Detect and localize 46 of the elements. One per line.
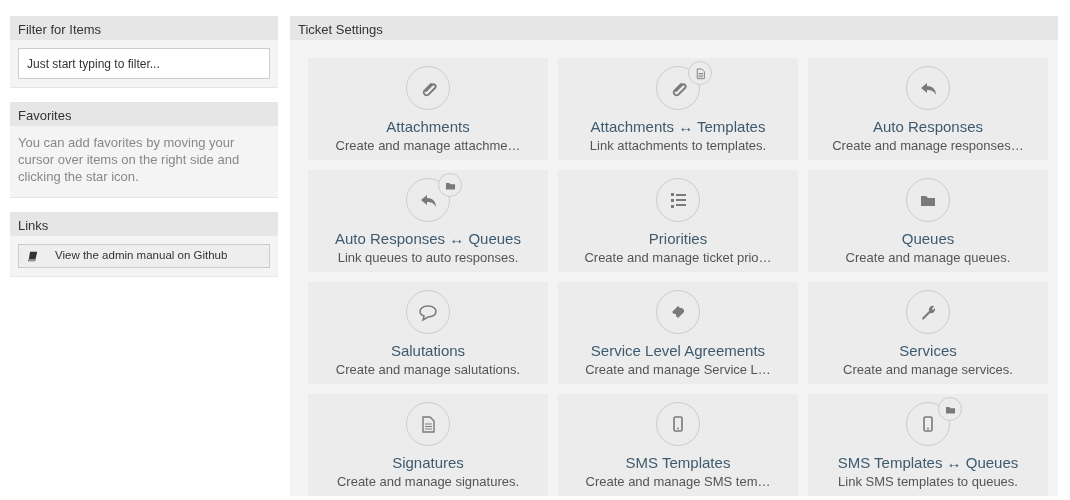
tile-description: Create and manage queues. — [845, 250, 1011, 266]
book-icon — [27, 250, 39, 262]
tile-title: SMS Templates — [625, 454, 731, 472]
panel-title: Ticket Settings — [290, 16, 1058, 40]
widget-title: Favorites — [10, 102, 278, 126]
tile-description: Create and manage salutations. — [335, 362, 521, 378]
settings-tile[interactable]: Auto Responses ↔ Queues Link queues to auto responses. — [308, 170, 548, 272]
widget-title: Filter for Items — [10, 16, 278, 40]
tile-title: Auto Responses ↔ Queues — [335, 230, 521, 248]
widget-title: Links — [10, 212, 278, 236]
speech-bubble-icon — [418, 302, 438, 322]
settings-tile[interactable]: Auto Responses Create and manage responses… — [808, 58, 1048, 160]
tile-title: SMS Templates ↔ Queues — [837, 454, 1019, 472]
settings-tile[interactable]: Attachments Create and manage attachme… — [308, 58, 548, 160]
settings-tile[interactable]: Services Create and manage services. — [808, 282, 1048, 384]
tile-title: Priorities — [648, 230, 708, 248]
settings-tile[interactable]: SMS Templates Create and manage SMS tem… — [558, 394, 798, 496]
tile-description: Create and manage SMS tem… — [585, 474, 771, 490]
settings-tile[interactable]: Salutations Create and manage salutations. — [308, 282, 548, 384]
settings-tile[interactable]: SMS Templates ↔ Queues Link SMS templates to queues. — [808, 394, 1048, 496]
tile-description: Create and manage services. — [843, 362, 1013, 378]
settings-tile[interactable]: Attachments ↔ Templates Link attachments to templates. — [558, 58, 798, 160]
tile-description: Create and manage responses… — [832, 138, 1024, 154]
settings-tile[interactable]: Priorities Create and manage ticket prio… — [558, 170, 798, 272]
favorites-hint: You can add favorites by moving your cursor over items on the right side and clicking the star icon. — [18, 134, 241, 186]
tile-description: Link SMS templates to queues. — [838, 474, 1018, 490]
tile-description: Link attachments to templates. — [589, 138, 767, 154]
tile-title: Signatures — [392, 454, 464, 472]
tile-description: Create and manage Service L… — [585, 362, 771, 378]
tile-description: Create and manage ticket prio… — [584, 250, 772, 266]
tile-description: Create and manage attachme… — [335, 138, 521, 154]
settings-tile[interactable]: Queues Create and manage queues. — [808, 170, 1048, 272]
tile-description: Link queues to auto responses. — [337, 250, 519, 266]
manual-link-button[interactable]: View the admin manual on Github — [18, 244, 270, 268]
settings-tile[interactable]: Signatures Create and manage signatures. — [308, 394, 548, 496]
numbered-list-icon — [668, 190, 688, 210]
tile-title: Auto Responses — [872, 118, 984, 136]
tile-title: Attachments — [386, 118, 470, 136]
filter-field[interactable]: Just start typing to filter... — [18, 48, 270, 79]
tile-title: Attachments ↔ Templates — [590, 118, 766, 136]
tile-title: Salutations — [390, 342, 466, 360]
settings-tile[interactable]: Service Level Agreements Create and manage Service L… — [558, 282, 798, 384]
tile-title: Services — [899, 342, 957, 360]
tile-title: Service Level Agreements — [590, 342, 766, 360]
tile-title: Queues — [901, 230, 955, 248]
tile-description: Create and manage signatures. — [336, 474, 520, 490]
